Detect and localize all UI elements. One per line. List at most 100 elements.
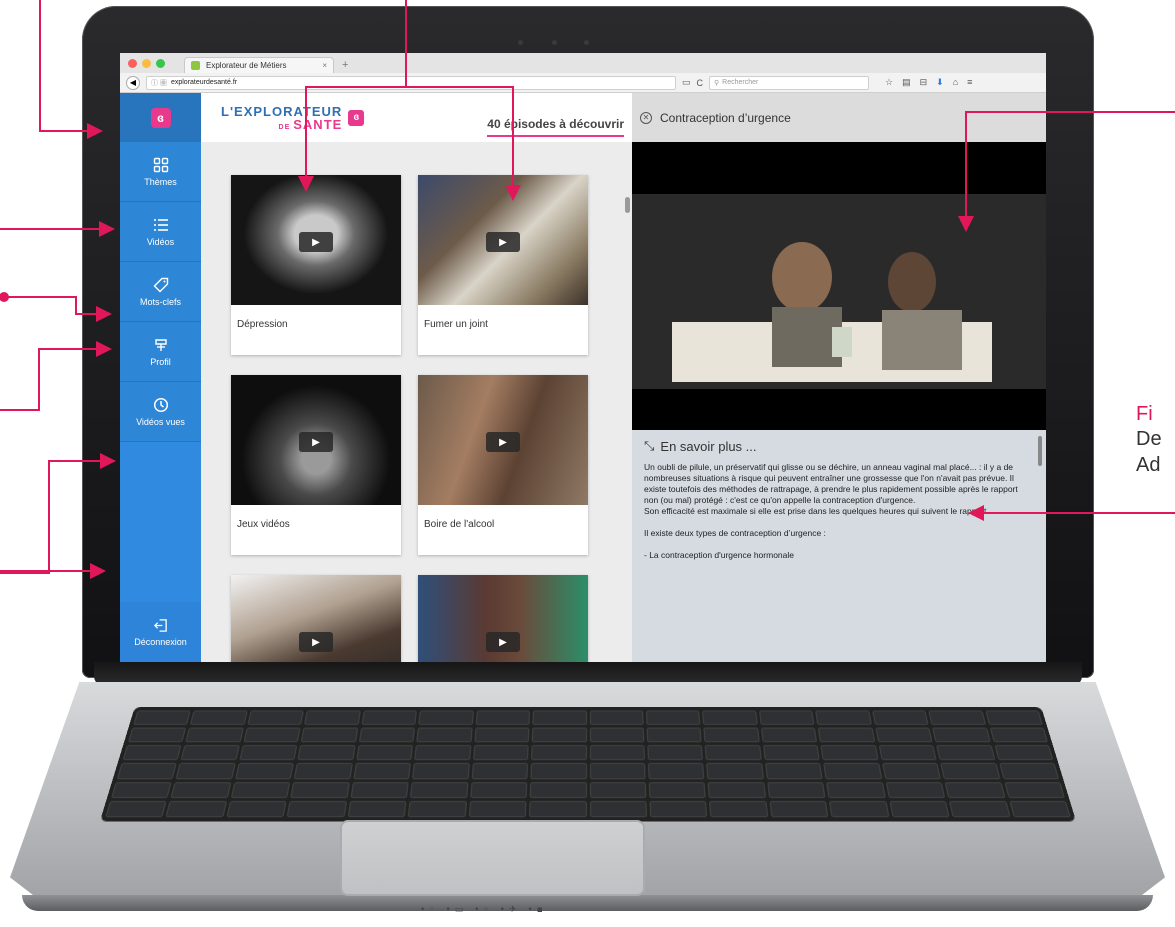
keyboard-key — [531, 745, 587, 761]
keyboard-key — [649, 800, 708, 818]
sidebar-item-profile[interactable]: Profil — [120, 322, 201, 382]
search-input[interactable]: ⚲ Rechercher — [709, 75, 870, 90]
detail-scrollbar[interactable] — [1038, 436, 1042, 466]
figure-label: Fi — [1136, 403, 1153, 425]
play-icon[interactable]: ▶ — [486, 432, 520, 452]
collapse-icon[interactable]: ⤡ — [644, 438, 654, 454]
keyboard-key — [350, 781, 409, 798]
keyboard-key — [758, 710, 815, 726]
keyboard-key — [170, 781, 232, 798]
keyboard-key — [165, 800, 227, 818]
keyboard-key — [175, 763, 236, 779]
sidebar-item-watched-videos[interactable]: Vidéos vues — [120, 382, 201, 442]
logout-icon — [153, 618, 167, 632]
home-icon[interactable]: ⌂ — [953, 77, 958, 88]
video-thumbnail: ▶ — [418, 375, 588, 505]
keyboard-key — [122, 745, 182, 761]
keyboard-key — [1003, 781, 1065, 798]
keyboard-key — [472, 745, 529, 761]
keyboard-key — [294, 763, 353, 779]
play-icon[interactable]: ▶ — [299, 432, 333, 452]
search-placeholder: Rechercher — [722, 79, 759, 86]
figure-caption-line: De — [1136, 428, 1162, 450]
sidebar-item-label: Vidéos vues — [136, 416, 185, 427]
sidebar-item-keywords[interactable]: Mots-clefs — [120, 262, 201, 322]
play-icon[interactable]: ▶ — [486, 232, 520, 252]
play-icon[interactable]: ▶ — [299, 232, 333, 252]
logout-label: Déconnexion — [134, 636, 187, 647]
detail-title: Contraception d’urgence — [660, 110, 791, 125]
more-info-heading: ⤡ En savoir plus ... — [644, 438, 1034, 454]
zoom-window-button[interactable] — [156, 59, 165, 68]
close-window-button[interactable] — [128, 59, 137, 68]
sidebar-item-label: Profil — [150, 356, 171, 367]
keyboard-key — [647, 763, 705, 779]
sidebar-item-themes[interactable]: Thèmes — [120, 142, 201, 202]
minimize-window-button[interactable] — [142, 59, 151, 68]
download-icon[interactable]: ⬇ — [936, 77, 944, 88]
video-card[interactable]: ▶ Dépression — [231, 175, 401, 355]
logout-button[interactable]: Déconnexion — [120, 602, 201, 662]
keyboard-key — [998, 763, 1060, 779]
keyboard-key — [475, 710, 531, 726]
keyboard-key — [190, 710, 248, 726]
keyboard-key — [407, 800, 467, 818]
address-bar[interactable]: ⓘ ▦ explorateurdesanté.fr — [146, 75, 676, 90]
keyboard-key — [247, 710, 305, 726]
sidebar-item-videos[interactable]: Vidéos — [120, 202, 201, 262]
keyboard-key — [648, 781, 707, 798]
status-leds: •◦ •▭ •◦ •✈ •▪ — [420, 905, 547, 915]
keyboard-key — [881, 763, 941, 779]
play-icon[interactable]: ▶ — [299, 632, 333, 652]
figure-caption-line: Ad — [1136, 454, 1161, 476]
keyboard-key — [416, 727, 473, 743]
keyboard-key — [290, 781, 350, 798]
bookmark-star-icon[interactable]: ☆ — [885, 77, 893, 88]
close-icon[interactable]: ✕ — [640, 111, 652, 124]
keyboard-key — [826, 781, 886, 798]
reload-icon[interactable]: C — [697, 78, 704, 88]
browser-tab[interactable]: Explorateur de Métiers × — [184, 57, 334, 73]
video-card[interactable]: ▶ — [231, 575, 401, 662]
address-text: explorateurdesanté.fr — [170, 79, 238, 86]
catalog-scroll-thumb[interactable] — [625, 197, 630, 213]
catalog-scrollbar[interactable] — [625, 153, 630, 653]
keyboard-key — [994, 745, 1054, 761]
keyboard-key — [180, 745, 240, 761]
video-frame — [632, 142, 1046, 430]
library-icon[interactable]: ▤ — [902, 77, 911, 88]
video-card-title: Dépression — [237, 319, 288, 330]
menu-icon[interactable]: ≡ — [967, 77, 972, 88]
pocket-icon[interactable]: ⊟ — [920, 77, 928, 88]
laptop-base-edge — [22, 895, 1153, 911]
more-info-section: ⤡ En savoir plus ... Un oubli de pilule,… — [632, 430, 1046, 662]
keyboard-key — [645, 710, 701, 726]
reader-icon[interactable]: ▭ — [682, 77, 691, 88]
tab-close-icon[interactable]: × — [322, 61, 327, 70]
video-card[interactable]: ▶ Jeux vidéos — [231, 375, 401, 555]
info-paragraph: - La contraception d'urgence hormonale — [644, 550, 794, 560]
keyboard-key — [709, 800, 769, 818]
sidebar-logo[interactable]: ɞ — [120, 93, 201, 142]
brand-logo[interactable]: L'EXPLORATEUR DE SANTE ɞ — [221, 105, 365, 131]
tab-title: Explorateur de Métiers — [206, 61, 287, 70]
sidebar-item-label: Vidéos — [146, 236, 175, 247]
video-card[interactable]: ▶ Fumer un joint — [418, 175, 588, 355]
keyboard-key — [589, 800, 647, 818]
keyboard-key — [989, 727, 1049, 743]
video-card[interactable]: ▶ Boire de l'alcool — [418, 375, 588, 555]
keyboard-key — [702, 710, 758, 726]
keyboard-key — [889, 800, 950, 818]
keyboard-key — [589, 727, 645, 743]
keyboard-key — [589, 781, 647, 798]
video-card[interactable]: ▶ — [418, 575, 588, 662]
video-card-title: Boire de l'alcool — [424, 519, 495, 530]
detail-header: ✕ Contraception d’urgence — [632, 93, 1046, 142]
new-tab-button[interactable]: + — [342, 59, 348, 71]
keyboard-key — [532, 710, 587, 726]
keyboard-key — [226, 800, 287, 818]
video-player[interactable] — [632, 142, 1046, 430]
back-arrow-icon[interactable]: ◀ — [126, 75, 140, 90]
keyboard-key — [589, 745, 645, 761]
play-icon[interactable]: ▶ — [486, 632, 520, 652]
